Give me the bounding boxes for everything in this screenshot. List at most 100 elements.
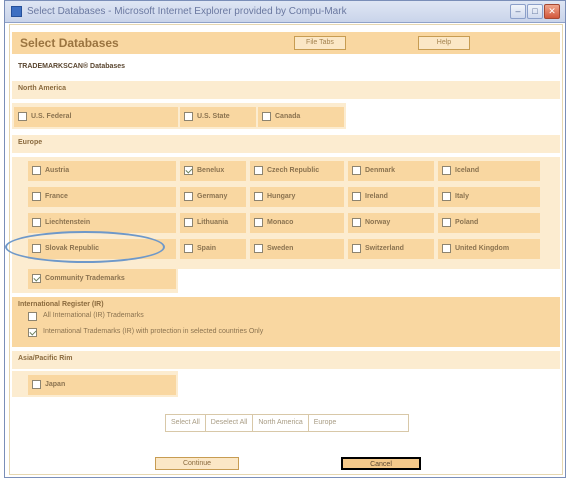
db-label: Sweden [267,245,294,252]
db-poland[interactable]: Poland [438,213,540,233]
db-label: United Kingdom [455,245,510,252]
db-austria[interactable]: Austria [28,161,176,181]
db-canada[interactable]: Canada [258,107,344,127]
checkbox-icon[interactable] [254,192,263,201]
europe-filter-button[interactable]: Europe [309,415,342,431]
db-label: Austria [45,167,70,174]
deselect-all-button[interactable]: Deselect All [206,415,254,431]
checkbox-icon[interactable] [254,166,263,175]
db-iceland[interactable]: Iceland [438,161,540,181]
checkbox-icon[interactable] [254,218,263,227]
continue-button[interactable]: Continue [155,457,239,470]
db-label: U.S. Federal [31,113,72,120]
db-sweden[interactable]: Sweden [250,239,344,259]
close-button[interactable]: ✕ [544,4,560,19]
checkbox-icon[interactable] [442,218,451,227]
db-norway[interactable]: Norway [348,213,434,233]
db-label: Community Trademarks [45,275,125,282]
db-label: Italy [455,193,470,200]
db-label: Lithuania [197,219,229,226]
db-label: Poland [455,219,479,226]
db-label: Switzerland [365,245,404,252]
db-label: Denmark [365,167,395,174]
checkbox-icon[interactable] [442,192,451,201]
db-label: U.S. State [197,113,230,120]
db-label: Canada [275,113,301,120]
db-benelux[interactable]: Benelux [180,161,246,181]
page-title: Select Databases [20,36,119,50]
db-label: Spain [197,245,217,252]
section-label: Europe [18,139,43,146]
help-button[interactable]: Help [418,36,470,50]
db-france[interactable]: France [28,187,176,207]
database-group-label: TRADEMARKSCAN® Databases [18,63,126,70]
checkbox-icon[interactable] [184,112,193,121]
checkbox-icon[interactable] [28,312,37,321]
db-label: Norway [365,219,391,226]
dialog-header: Select Databases File Tabs Help [12,32,560,54]
checkbox-icon[interactable] [32,218,41,227]
db-monaco[interactable]: Monaco [250,213,344,233]
annotation-ellipse [5,231,165,263]
option-all-international[interactable]: All International (IR) Trademarks [28,310,328,324]
title-bar: Select Databases - Microsoft Internet Ex… [5,1,565,23]
checkbox-icon[interactable] [254,244,263,253]
db-label: Ireland [365,193,388,200]
section-asia-pacific: Asia/Pacific Rim [12,351,560,369]
db-czech-republic[interactable]: Czech Republic [250,161,344,181]
checkbox-icon[interactable] [184,192,193,201]
db-lithuania[interactable]: Lithuania [180,213,246,233]
db-us-state[interactable]: U.S. State [180,107,256,127]
db-germany[interactable]: Germany [180,187,246,207]
db-label: Czech Republic [267,167,320,174]
checkbox-icon[interactable] [18,112,27,121]
checkbox-icon[interactable] [352,166,361,175]
checkbox-icon[interactable] [352,192,361,201]
checkbox-icon[interactable] [28,328,37,337]
file-tabs-button[interactable]: File Tabs [294,36,346,50]
maximize-button[interactable]: □ [527,4,543,19]
db-united-kingdom[interactable]: United Kingdom [438,239,540,259]
db-spain[interactable]: Spain [180,239,246,259]
db-label: Japan [45,381,66,388]
db-label: Benelux [197,167,225,174]
checkbox-icon[interactable] [352,244,361,253]
section-north-america: North America [12,81,560,99]
checkbox-icon[interactable] [32,274,41,283]
db-liechtenstein[interactable]: Liechtenstein [28,213,176,233]
db-us-federal[interactable]: U.S. Federal [14,107,178,127]
checkbox-icon[interactable] [32,166,41,175]
checkbox-icon[interactable] [442,244,451,253]
checkbox-icon[interactable] [184,166,193,175]
cancel-button[interactable]: Cancel [341,457,421,470]
section-label: International Register (IR) [18,301,104,308]
option-international-selected[interactable]: International Trademarks (IR) with prote… [28,326,468,340]
checkbox-icon[interactable] [184,244,193,253]
checkbox-icon[interactable] [184,218,193,227]
option-label: All International (IR) Trademarks [43,312,144,319]
quick-select-bar: Select All Deselect All North America Eu… [165,414,409,432]
db-japan[interactable]: Japan [28,375,176,395]
db-label: Iceland [455,167,480,174]
option-label: International Trademarks (IR) with prote… [43,328,264,335]
checkbox-icon[interactable] [352,218,361,227]
db-label: Monaco [267,219,294,226]
north-america-filter-button[interactable]: North America [253,415,309,431]
db-label: Hungary [267,193,296,200]
db-hungary[interactable]: Hungary [250,187,344,207]
db-italy[interactable]: Italy [438,187,540,207]
checkbox-icon[interactable] [262,112,271,121]
minimize-button[interactable]: – [510,4,526,19]
checkbox-icon[interactable] [32,192,41,201]
db-switzerland[interactable]: Switzerland [348,239,434,259]
db-ireland[interactable]: Ireland [348,187,434,207]
checkbox-icon[interactable] [32,380,41,389]
section-europe: Europe [12,135,560,153]
section-label: Asia/Pacific Rim [18,355,73,362]
checkbox-icon[interactable] [442,166,451,175]
db-denmark[interactable]: Denmark [348,161,434,181]
select-all-button[interactable]: Select All [166,415,206,431]
db-label: Germany [197,193,228,200]
db-community-trademarks[interactable]: Community Trademarks [28,269,176,289]
db-label: Liechtenstein [45,219,91,226]
